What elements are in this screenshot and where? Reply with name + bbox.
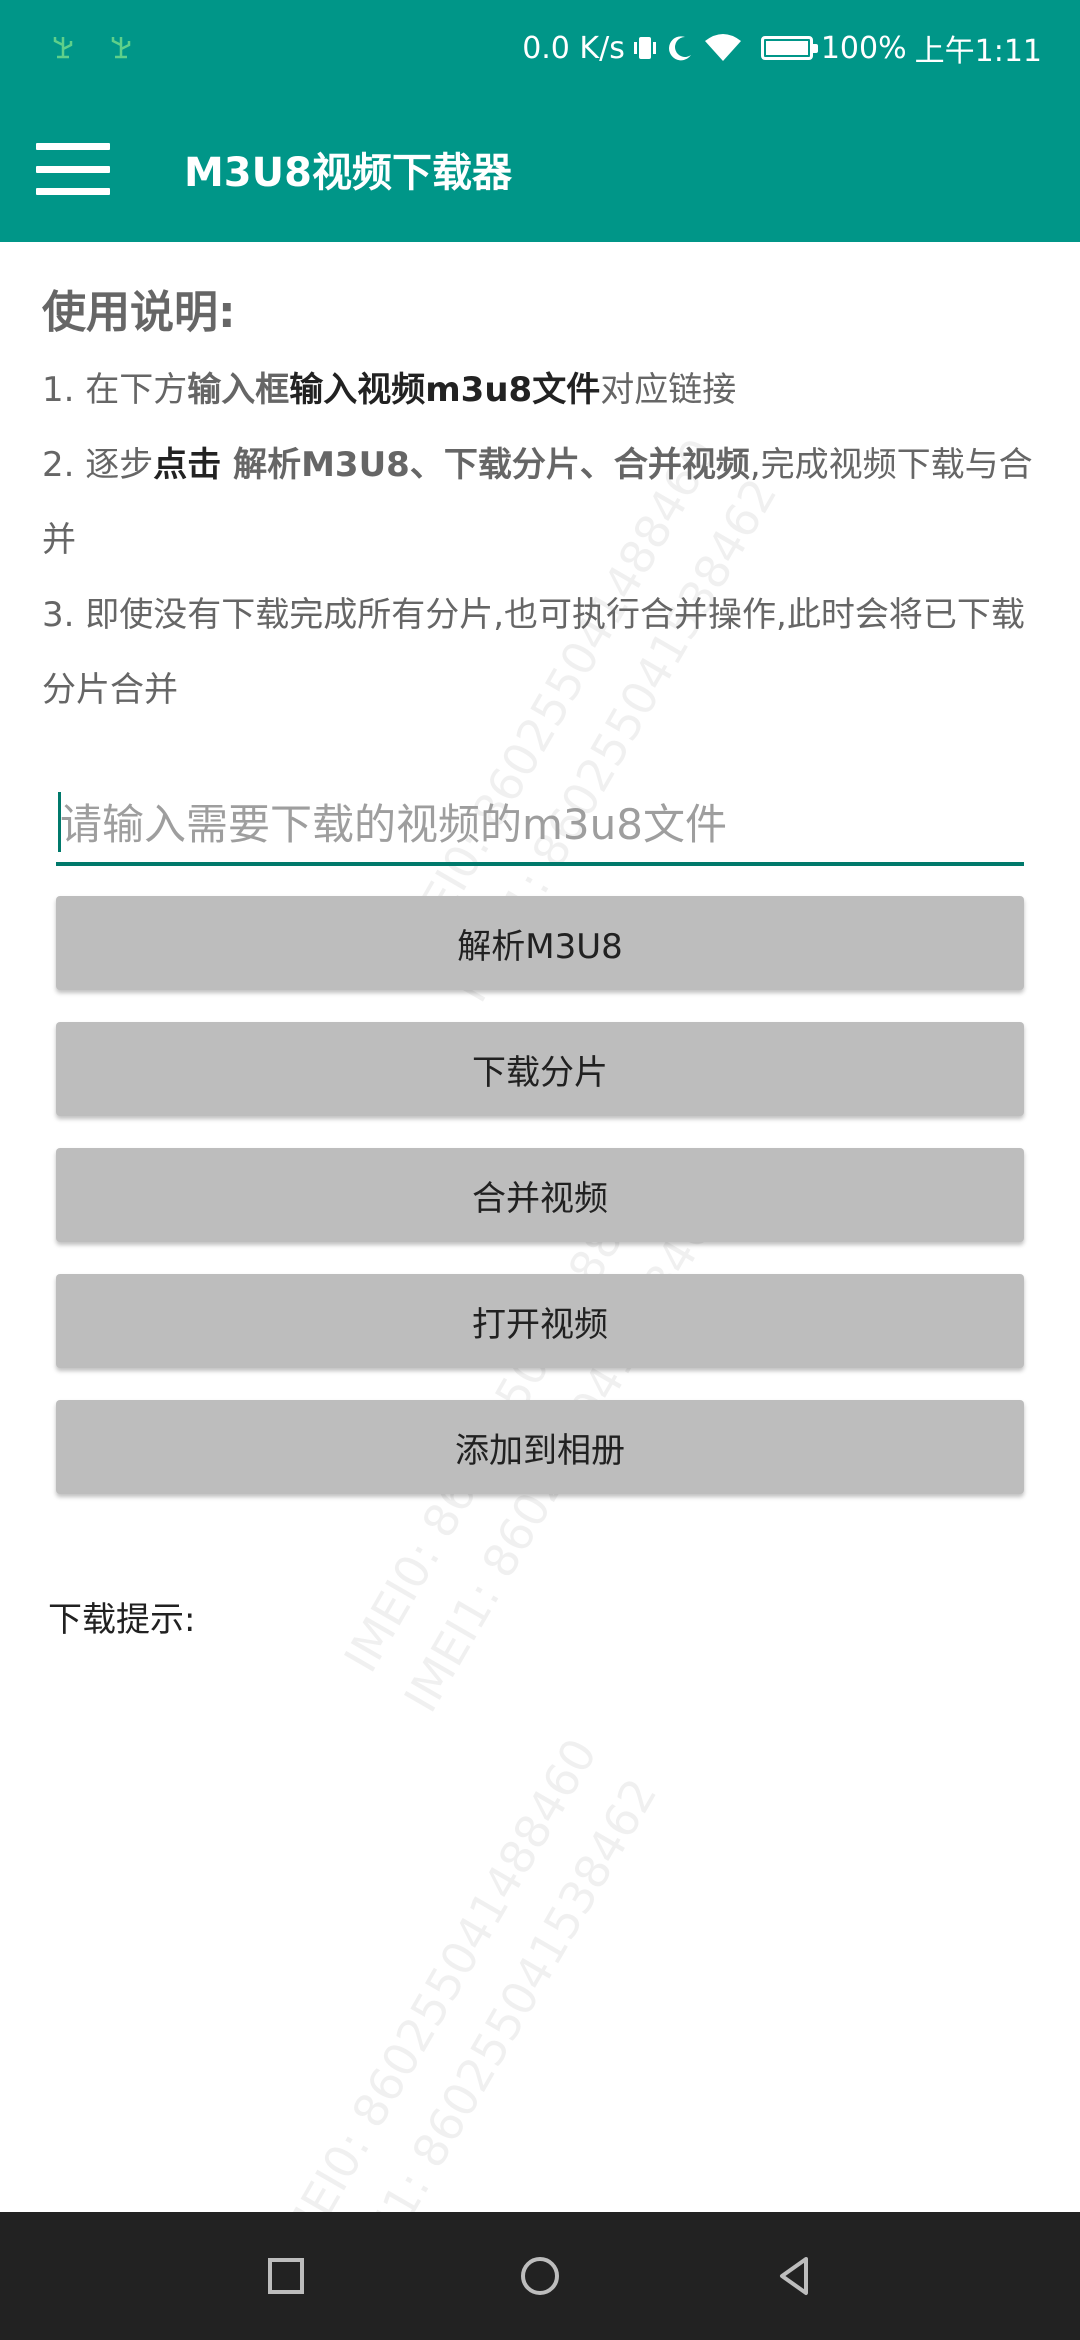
download-hint-label: 下载提示: [48,1600,196,1640]
watermark-imei1: IMEI1: 860255041538462 [323,1769,668,2212]
action-buttons: 解析M3U8 下载分片 合并视频 打开视频 添加到相册 [56,896,1024,1526]
home-button[interactable] [518,2254,562,2298]
app-bar: M3U8视频下载器 [0,96,1080,242]
status-indicators: 0.0 K/s 100% 上午1:11 [522,26,1042,70]
parse-m3u8-button[interactable]: 解析M3U8 [56,896,1024,990]
battery-percent: 100% [820,30,907,66]
recents-button[interactable] [264,2254,308,2298]
clock: 上午1:11 [914,34,1042,69]
download-segments-button[interactable]: 下载分片 [56,1022,1024,1116]
status-bar: 0.0 K/s 100% 上午1:11 [0,0,1080,96]
usb-icon [111,37,131,59]
wifi-icon [704,34,741,61]
circle-icon [521,2257,559,2295]
back-button[interactable] [772,2254,816,2298]
m3u8-url-input[interactable] [56,786,1024,866]
battery-icon [760,36,818,60]
back-triangle-icon [780,2257,808,2295]
usage-instructions: 使用说明: 1. 在下方输入框输入视频m3u8文件对应链接 2. 逐步点击 解析… [42,284,1042,728]
moon-icon [668,36,691,61]
main-content: IMEI0: 860255041488460 IMEI1: 8602550415… [0,242,1080,2212]
status-notifications [48,35,136,61]
instruction-line-2: 2. 逐步点击 解析M3U8、下载分片、合并视频,完成视频下载与合并 [42,445,1033,561]
watermark-imei0: IMEI0: 860255041488460 [263,1729,608,2212]
usb-icon [53,37,73,59]
hamburger-menu-icon[interactable] [36,143,110,195]
square-icon [268,2258,304,2294]
open-video-button[interactable]: 打开视频 [56,1274,1024,1368]
merge-video-button[interactable]: 合并视频 [56,1148,1024,1242]
instruction-line-3: 3. 即使没有下载完成所有分片,也可执行合并操作,此时会将已下载分片合并 [42,595,1025,711]
network-speed: 0.0 K/s [522,30,625,66]
vibrate-icon [633,37,656,59]
add-to-album-button[interactable]: 添加到相册 [56,1400,1024,1494]
system-nav-bar [0,2212,1080,2340]
instructions-heading: 使用说明: [42,287,236,338]
app-title: M3U8视频下载器 [184,150,512,196]
instruction-line-1: 1. 在下方输入框输入视频m3u8文件对应链接 [42,370,737,411]
text-cursor [58,792,61,852]
